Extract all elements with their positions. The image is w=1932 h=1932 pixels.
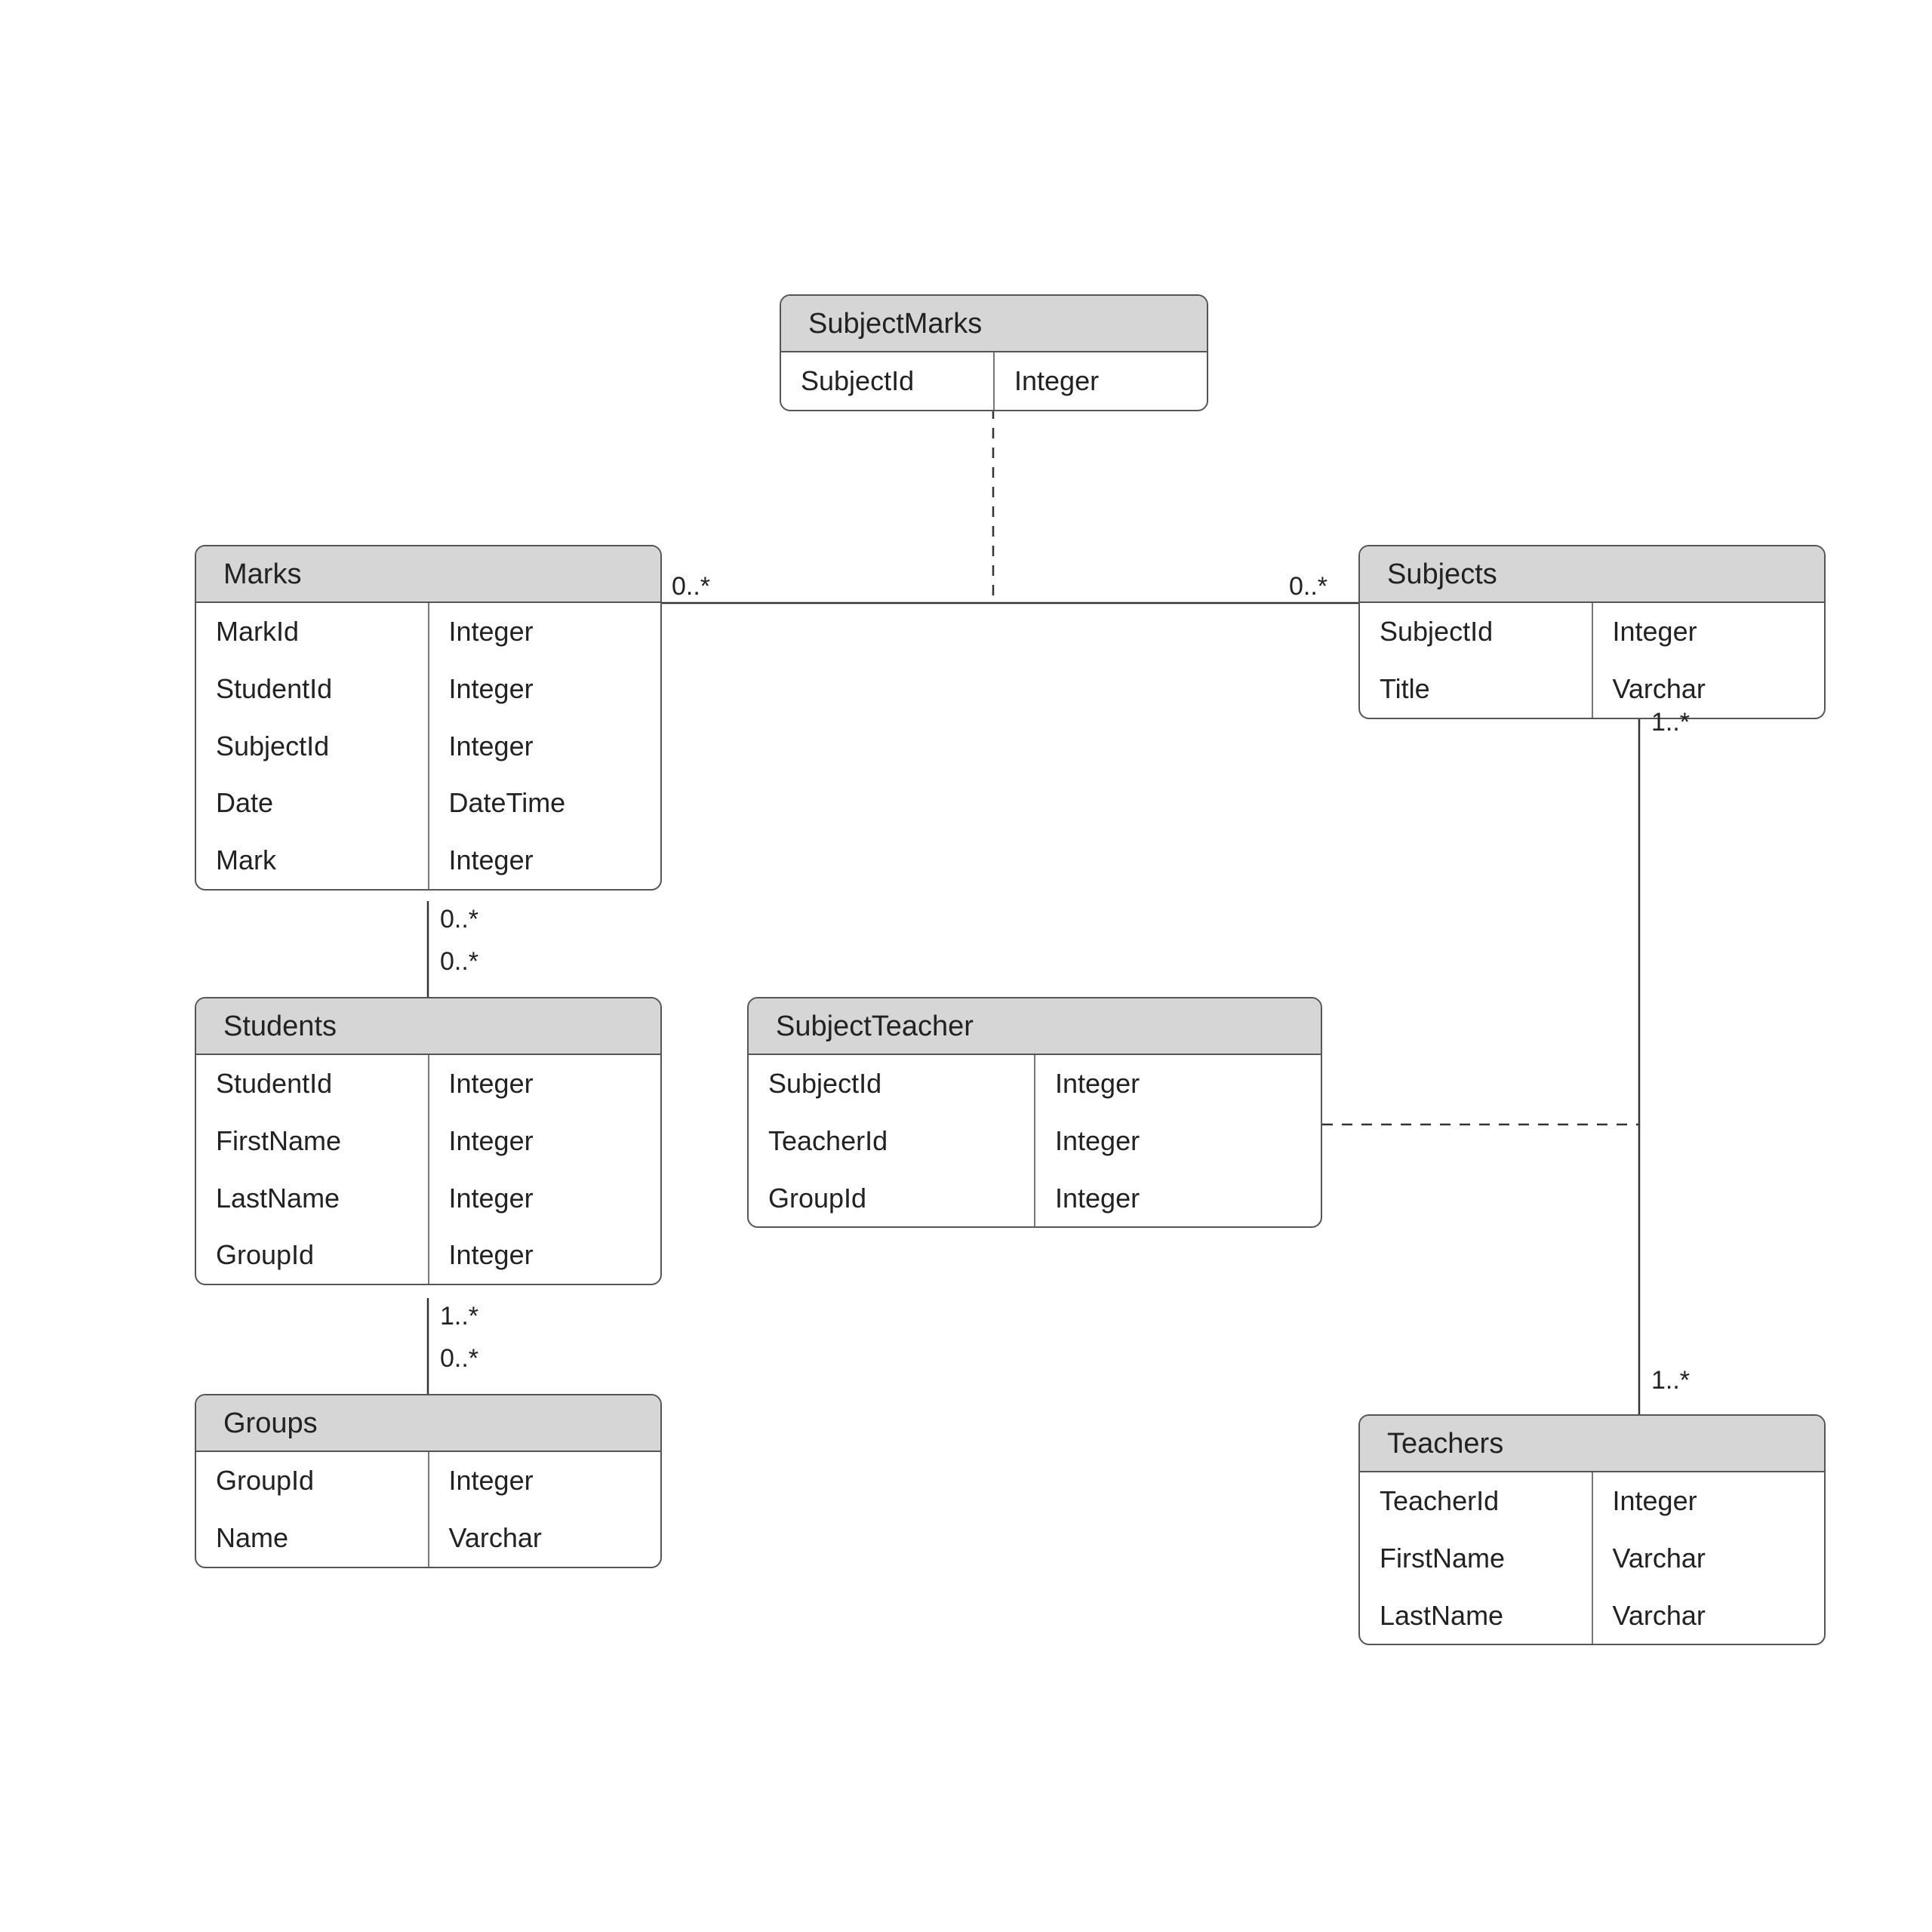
field-name: Mark (196, 832, 428, 889)
field-type: Integer (429, 1452, 661, 1509)
field-name: SubjectId (781, 352, 993, 410)
entity-students: Students StudentId FirstName LastName Gr… (195, 997, 662, 1285)
field-type: Integer (1593, 1472, 1825, 1530)
multiplicity-label: 0..* (672, 572, 710, 601)
field-type: Integer (429, 1226, 661, 1284)
field-name: GroupId (749, 1170, 1034, 1227)
field-type: Integer (429, 1170, 661, 1227)
fields-col: SubjectId (781, 352, 995, 410)
field-name: StudentId (196, 660, 428, 718)
entity-subjectteacher: SubjectTeacher SubjectId TeacherId Group… (747, 997, 1322, 1228)
field-name: LastName (1360, 1587, 1592, 1644)
field-name: FirstName (1360, 1530, 1592, 1587)
entity-title: SubjectTeacher (749, 998, 1321, 1055)
field-type: Integer (429, 1112, 661, 1170)
types-col: Integer (995, 352, 1207, 410)
field-name: FirstName (196, 1112, 428, 1170)
field-name: MarkId (196, 603, 428, 660)
field-type: Integer (1035, 1112, 1321, 1170)
field-type: Integer (1035, 1170, 1321, 1227)
multiplicity-label: 1..* (440, 1302, 478, 1331)
field-type: Integer (1035, 1055, 1321, 1112)
field-name: StudentId (196, 1055, 428, 1112)
field-type: Varchar (1593, 1587, 1825, 1644)
entity-title: Subjects (1360, 546, 1824, 603)
field-name: Name (196, 1509, 428, 1567)
field-type: Integer (1593, 603, 1825, 660)
entity-subjectmarks: SubjectMarks SubjectId Integer (780, 294, 1208, 411)
multiplicity-label: 0..* (440, 905, 478, 934)
field-type: Integer (429, 718, 661, 775)
multiplicity-label: 0..* (440, 947, 478, 977)
multiplicity-label: 1..* (1651, 1366, 1690, 1395)
field-name: SubjectId (1360, 603, 1592, 660)
field-name: GroupId (196, 1452, 428, 1509)
field-name: SubjectId (749, 1055, 1034, 1112)
field-name: TeacherId (1360, 1472, 1592, 1530)
entity-title: Students (196, 998, 660, 1055)
field-type: Integer (429, 660, 661, 718)
field-type: Varchar (1593, 660, 1825, 718)
entity-groups: Groups GroupId Name Integer Varchar (195, 1394, 662, 1568)
entity-title: Groups (196, 1395, 660, 1452)
field-name: LastName (196, 1170, 428, 1227)
multiplicity-label: 0..* (1289, 572, 1327, 601)
field-name: Date (196, 774, 428, 832)
field-name: GroupId (196, 1226, 428, 1284)
entity-title: SubjectMarks (781, 296, 1207, 352)
entity-marks: Marks MarkId StudentId SubjectId Date Ma… (195, 545, 662, 891)
multiplicity-label: 1..* (1651, 708, 1690, 737)
entity-subjects: Subjects SubjectId Title Integer Varchar (1358, 545, 1826, 719)
field-type: DateTime (429, 774, 661, 832)
entity-title: Teachers (1360, 1416, 1824, 1472)
field-type: Varchar (429, 1509, 661, 1567)
multiplicity-label: 0..* (440, 1344, 478, 1374)
field-name: SubjectId (196, 718, 428, 775)
field-name: TeacherId (749, 1112, 1034, 1170)
field-type: Integer (429, 832, 661, 889)
field-type: Integer (429, 1055, 661, 1112)
entity-title: Marks (196, 546, 660, 603)
field-type: Integer (995, 352, 1207, 410)
entity-teachers: Teachers TeacherId FirstName LastName In… (1358, 1414, 1826, 1645)
er-diagram-canvas: SubjectMarks SubjectId Integer Marks Mar… (0, 0, 1932, 1932)
field-name: Title (1360, 660, 1592, 718)
field-type: Integer (429, 603, 661, 660)
field-type: Varchar (1593, 1530, 1825, 1587)
